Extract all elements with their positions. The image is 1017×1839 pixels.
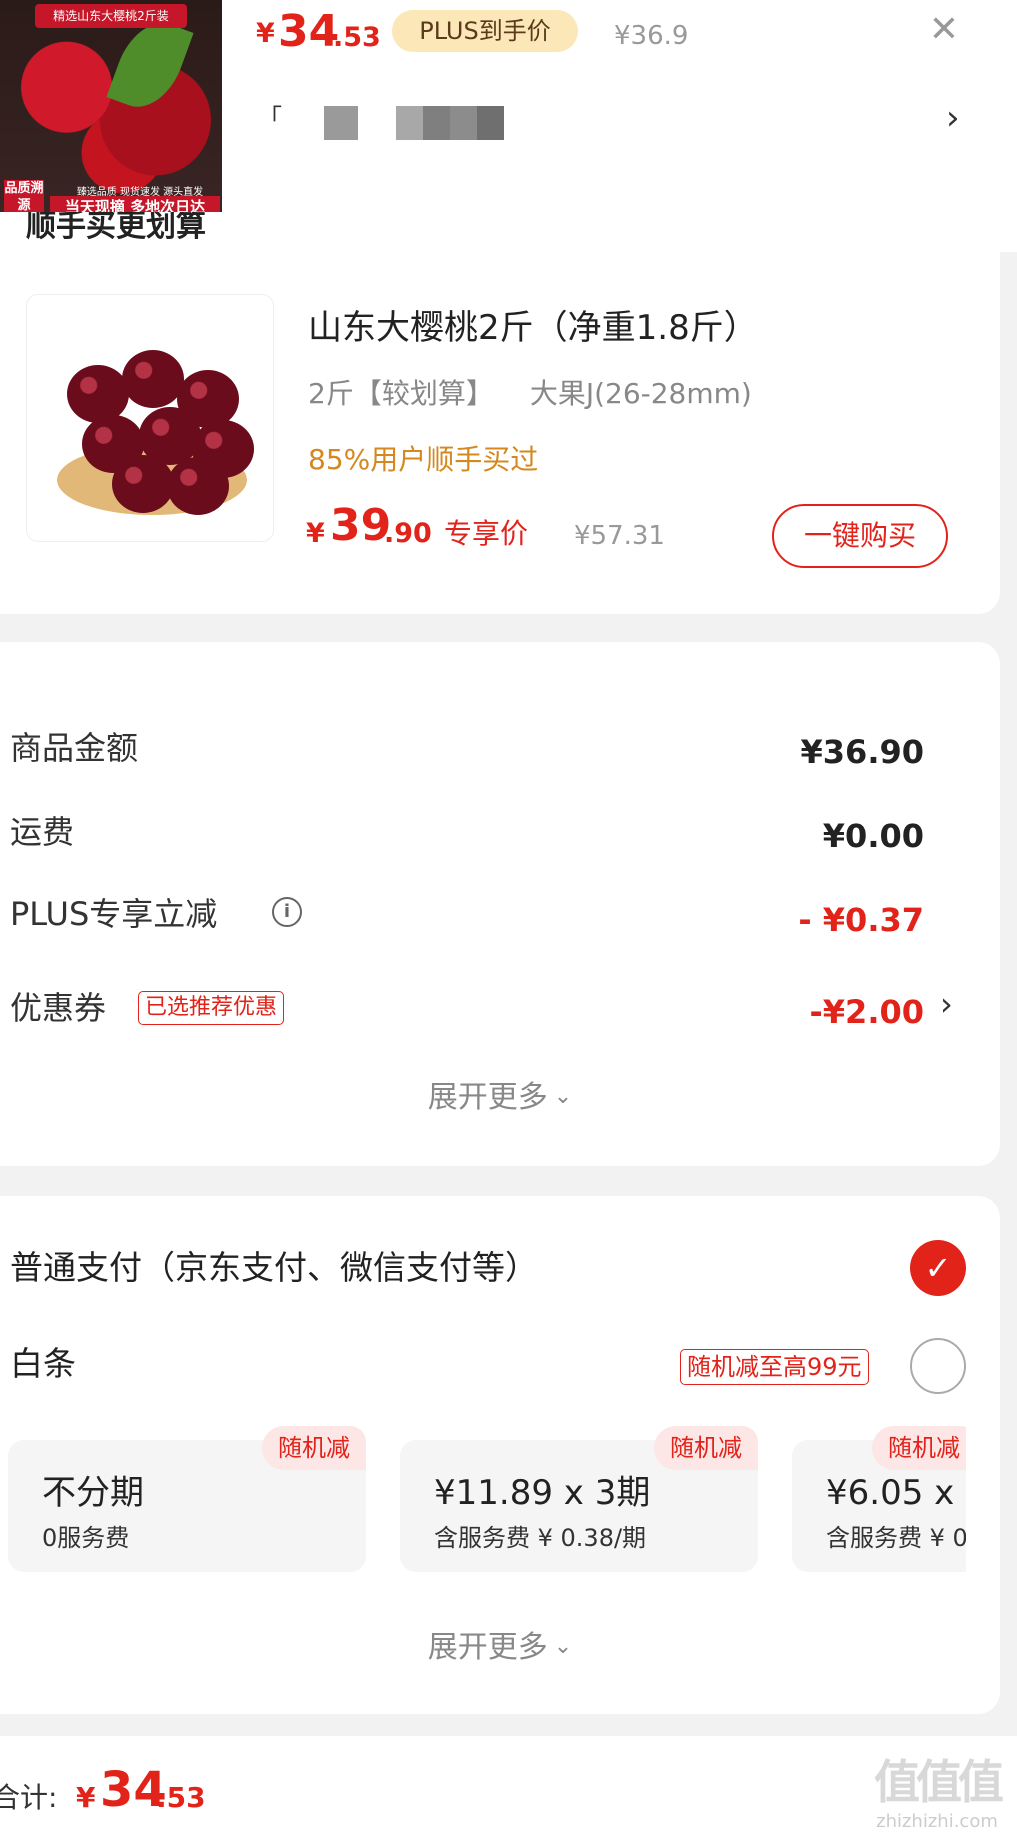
shipping-label: 运费 (10, 813, 75, 851)
normal-pay-label[interactable]: 普通支付（京东支付、微信支付等） (10, 1244, 538, 1292)
goods-amount-value: ¥36.90 (800, 733, 924, 771)
coupon-value[interactable]: -¥2.00 (810, 990, 925, 1034)
bought-hint: 85%用户顺手买过 (308, 443, 539, 476)
coupon-label: 优惠券 (10, 989, 107, 1027)
random-discount-badge: 随机减 (262, 1426, 366, 1470)
baitiao-promo-tag: 随机减至高99元 (680, 1349, 869, 1385)
thumbnail-top-caption: 精选山东大樱桃2斤装 (35, 4, 187, 28)
installment-option[interactable]: 随机减 ¥11.89 x 3期 含服务费 ¥ 0.38/期 (400, 1426, 758, 1572)
header-price-currency: ¥ (256, 18, 275, 49)
chevron-right-icon[interactable]: › (946, 96, 976, 140)
expand-more-label: 展开更多 (427, 1080, 548, 1115)
price-summary-card: 商品金额 ¥36.90 运费 ¥0.00 PLUS专享立减 i - ¥0.37 … (0, 642, 1000, 1166)
header-original-price: ¥36.9 (614, 21, 689, 51)
check-icon[interactable]: ✓ (910, 1240, 966, 1296)
installment-main: ¥11.89 x 3期 (434, 1473, 651, 1513)
total-decimal: .53 (156, 1781, 206, 1814)
recommend-price-currency: ¥ (306, 518, 325, 549)
recommend-price-decimal: .90 (384, 518, 432, 549)
installment-sub: 含服务费 ¥ 0.38/期 (434, 1524, 647, 1552)
product-thumbnail: 精选山东大樱桃2斤装 品质溯源 臻选品质 现货速发 源头直发 当天现摘 多地次日… (0, 0, 222, 218)
site-watermark: 值值值 zhizhizhi.com (862, 1752, 1012, 1832)
cherry-shape (167, 457, 229, 515)
cherry-shape (122, 350, 184, 408)
spec-weight: 2斤【较划算】 (308, 377, 494, 410)
exclusive-price-tag: 专享价 (444, 517, 529, 550)
info-icon[interactable]: i (272, 897, 302, 927)
recommend-product-name[interactable]: 山东大樱桃2斤（净重1.8斤） (308, 306, 758, 350)
radio-unchecked-icon[interactable] (910, 1338, 966, 1394)
selected-spec-row[interactable]: 「 (256, 96, 956, 146)
spec-bracket: 「 (258, 104, 282, 132)
header-price-integer: 34 (278, 6, 340, 57)
expand-more-label: 展开更多 (427, 1630, 548, 1665)
one-click-buy-button[interactable]: 一键购买 (772, 504, 948, 568)
watermark-logo: 值值值 (874, 1755, 1004, 1809)
recommend-title: 顺手买更划算 (26, 212, 206, 244)
installment-option[interactable]: 随机减 不分期 0服务费 (8, 1426, 366, 1572)
random-discount-badge: 随机减 (872, 1426, 966, 1470)
installment-sub: 含服务费 ¥ 0 (826, 1524, 966, 1552)
recommend-original-price: ¥57.31 (574, 521, 665, 551)
total-currency: ¥ (76, 1781, 96, 1814)
cherry-shape (112, 455, 174, 513)
total-bar: 合计: ¥ 34 .53 值值值 zhizhizhi.com (0, 1736, 1017, 1839)
installment-option[interactable]: 随机减 ¥6.05 x 含服务费 ¥ 0 (792, 1426, 966, 1572)
header-price-decimal: .53 (333, 22, 381, 53)
recommend-product-spec: 2斤【较划算】 大果J(26-28mm) (308, 374, 752, 414)
watermark-url: zhizhizhi.com (876, 1811, 998, 1832)
cherry-shape (67, 365, 129, 423)
chevron-down-icon: ⌄ (553, 1084, 573, 1109)
recommend-product-image[interactable] (26, 294, 274, 542)
chevron-right-icon[interactable]: › (940, 982, 953, 1026)
thumbnail-mid-caption: 臻选品质 现货速发 源头直发 (76, 187, 204, 198)
coupon-selected-tag: 已选推荐优惠 (138, 991, 285, 1025)
recommend-price-integer: 39 (330, 500, 392, 551)
installment-sub: 0服务费 (42, 1524, 130, 1552)
total-label: 合计: (0, 1781, 58, 1814)
leaf-decoration (106, 12, 194, 118)
goods-amount-label: 商品金额 (10, 729, 139, 767)
plus-discount-value: - ¥0.37 (798, 901, 924, 939)
spec-blurred-text (324, 106, 358, 140)
expand-more-button[interactable]: 展开更多 ⌄ (0, 1076, 1000, 1123)
shipping-value: ¥0.00 (822, 817, 924, 855)
chevron-down-icon: ⌄ (553, 1634, 573, 1659)
installment-main: ¥6.05 x (826, 1473, 955, 1513)
spec-blurred-text (396, 106, 504, 140)
thumbnail-left-caption: 品质溯源 (4, 180, 44, 216)
spec-size: 大果J(26-28mm) (529, 377, 752, 410)
baitiao-label[interactable]: 白条 (10, 1340, 76, 1388)
installment-options: 随机减 不分期 0服务费 随机减 ¥11.89 x 3期 含服务费 ¥ 0.38… (0, 1426, 966, 1576)
random-discount-badge: 随机减 (654, 1426, 758, 1470)
expand-more-button[interactable]: 展开更多 ⌄ (0, 1626, 1000, 1673)
close-icon[interactable]: ✕ (922, 8, 966, 52)
installment-main: 不分期 (42, 1473, 144, 1513)
plus-discount-label: PLUS专享立减 (10, 895, 218, 933)
recommend-card: 顺手买更划算 山东大樱桃2斤（净重1.8斤） 2斤【较划算】 大果J(26-28m… (0, 212, 1000, 614)
payment-card: 普通支付（京东支付、微信支付等） ✓ 白条 随机减至高99元 随机减 不分期 0… (0, 1196, 1000, 1714)
plus-price-badge: PLUS到手价 (392, 10, 578, 52)
